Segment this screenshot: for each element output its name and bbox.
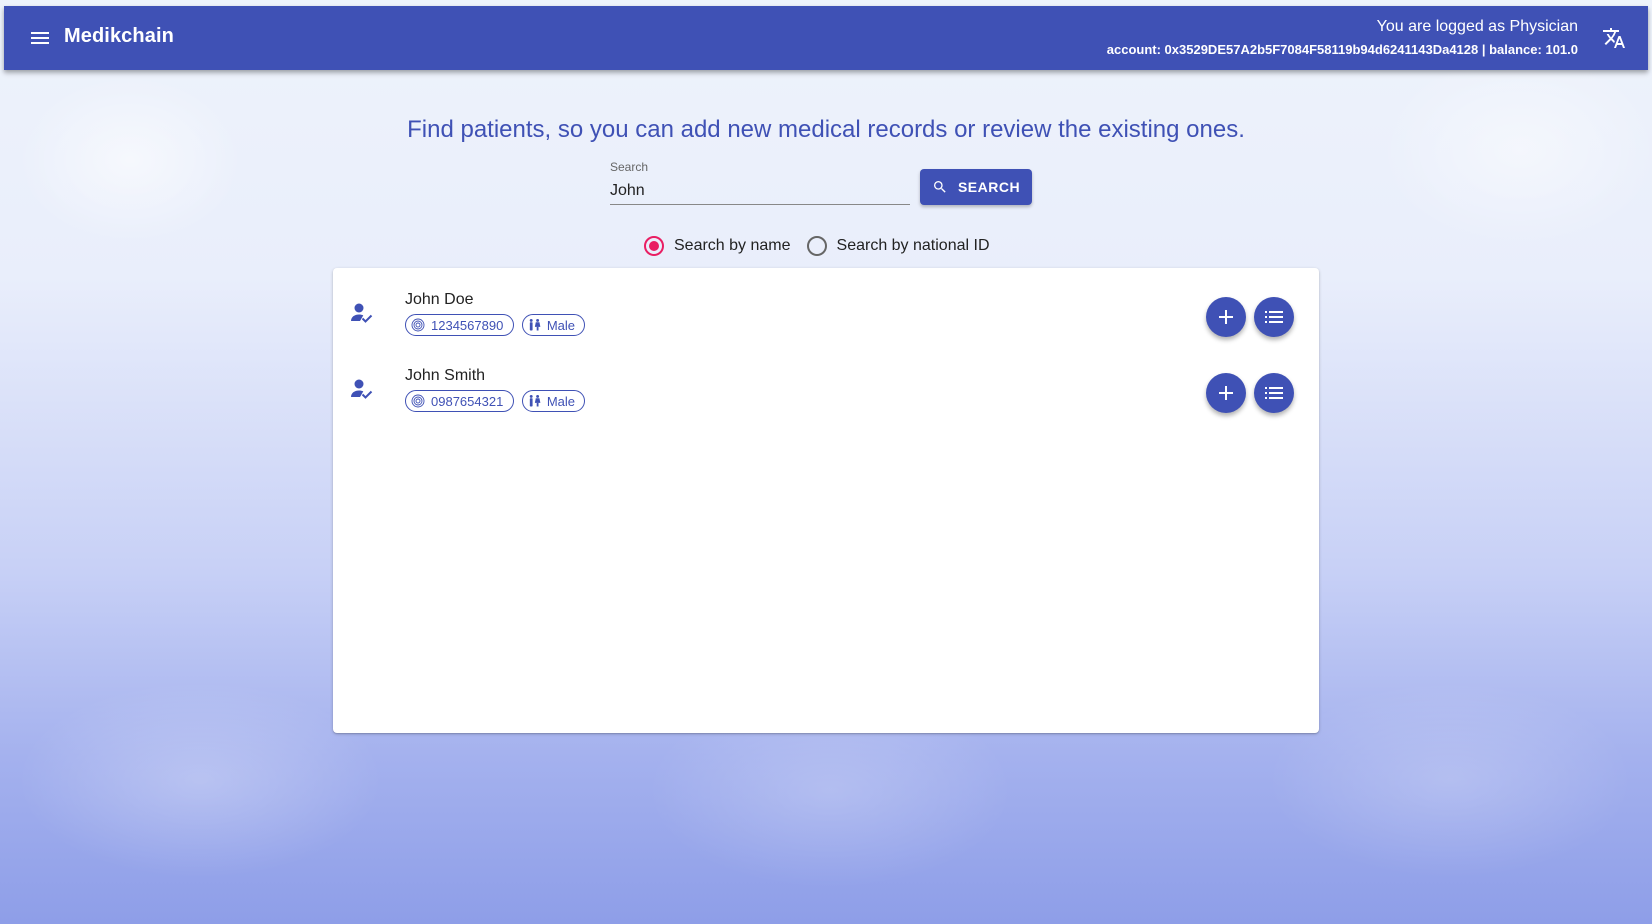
plus-icon xyxy=(1219,310,1233,324)
list-item[interactable]: John Smith 0987654321 Male xyxy=(333,359,1319,419)
add-medical-record-button[interactable] xyxy=(1206,373,1246,413)
plus-icon xyxy=(1219,386,1233,400)
gender-icon xyxy=(529,318,541,331)
radio-unchecked-icon xyxy=(806,236,827,256)
menu-button[interactable] xyxy=(26,24,54,52)
search-input[interactable] xyxy=(610,178,910,205)
radio-checked-icon xyxy=(644,236,664,256)
menu-icon xyxy=(31,32,49,44)
national-id-chip: 0987654321 xyxy=(405,390,514,412)
national-id-chip: 1234567890 xyxy=(405,314,514,336)
search-button-label: SEARCH xyxy=(957,179,1021,195)
radio-search-by-name[interactable]: Search by name xyxy=(644,236,791,256)
view-records-button[interactable] xyxy=(1254,373,1294,413)
national-id-value: 0987654321 xyxy=(431,393,504,409)
gender-value: Male xyxy=(546,393,575,409)
search-mode-radio-group: Search by name Search by national ID xyxy=(644,233,1006,259)
language-button[interactable] xyxy=(1600,24,1628,52)
gender-chip: Male xyxy=(522,390,585,412)
gender-value: Male xyxy=(546,317,575,333)
add-medical-record-button[interactable] xyxy=(1206,297,1246,337)
search-icon xyxy=(933,181,946,193)
account-balance-text: account: 0x3529DE57A2b5F7084F58119b94d62… xyxy=(1106,42,1578,57)
list-icon xyxy=(1265,387,1283,399)
app-title: Medikchain xyxy=(64,25,174,47)
page-headline: Find patients, so you can add new medica… xyxy=(407,116,1245,143)
search-button[interactable]: SEARCH xyxy=(920,169,1032,205)
user-role-text: You are logged as Physician xyxy=(1376,18,1578,35)
patient-results-list: John Doe 1234567890 Male John Smith 0987… xyxy=(333,268,1319,733)
translate-icon xyxy=(1603,28,1625,48)
patient-name: John Smith xyxy=(405,367,486,384)
radio-label-name: Search by name xyxy=(674,237,791,254)
national-id-value: 1234567890 xyxy=(431,317,504,333)
fingerprint-icon xyxy=(411,318,425,332)
list-item[interactable]: John Doe 1234567890 Male xyxy=(333,283,1319,343)
search-field: Search xyxy=(610,158,910,206)
gender-chip: Male xyxy=(522,314,585,336)
radio-search-by-national-id[interactable]: Search by national ID xyxy=(806,236,990,256)
list-icon xyxy=(1265,311,1283,323)
radio-label-national-id: Search by national ID xyxy=(836,237,990,254)
fingerprint-icon xyxy=(411,394,425,408)
gender-icon xyxy=(529,394,541,407)
patient-name: John Doe xyxy=(405,291,474,308)
app-bar: Medikchain You are logged as Physician a… xyxy=(4,6,1648,70)
view-records-button[interactable] xyxy=(1254,297,1294,337)
person-check-icon xyxy=(351,303,373,323)
search-label: Search xyxy=(610,160,649,174)
person-check-icon xyxy=(351,379,373,399)
user-info: You are logged as Physician account: 0x3… xyxy=(1107,17,1578,60)
